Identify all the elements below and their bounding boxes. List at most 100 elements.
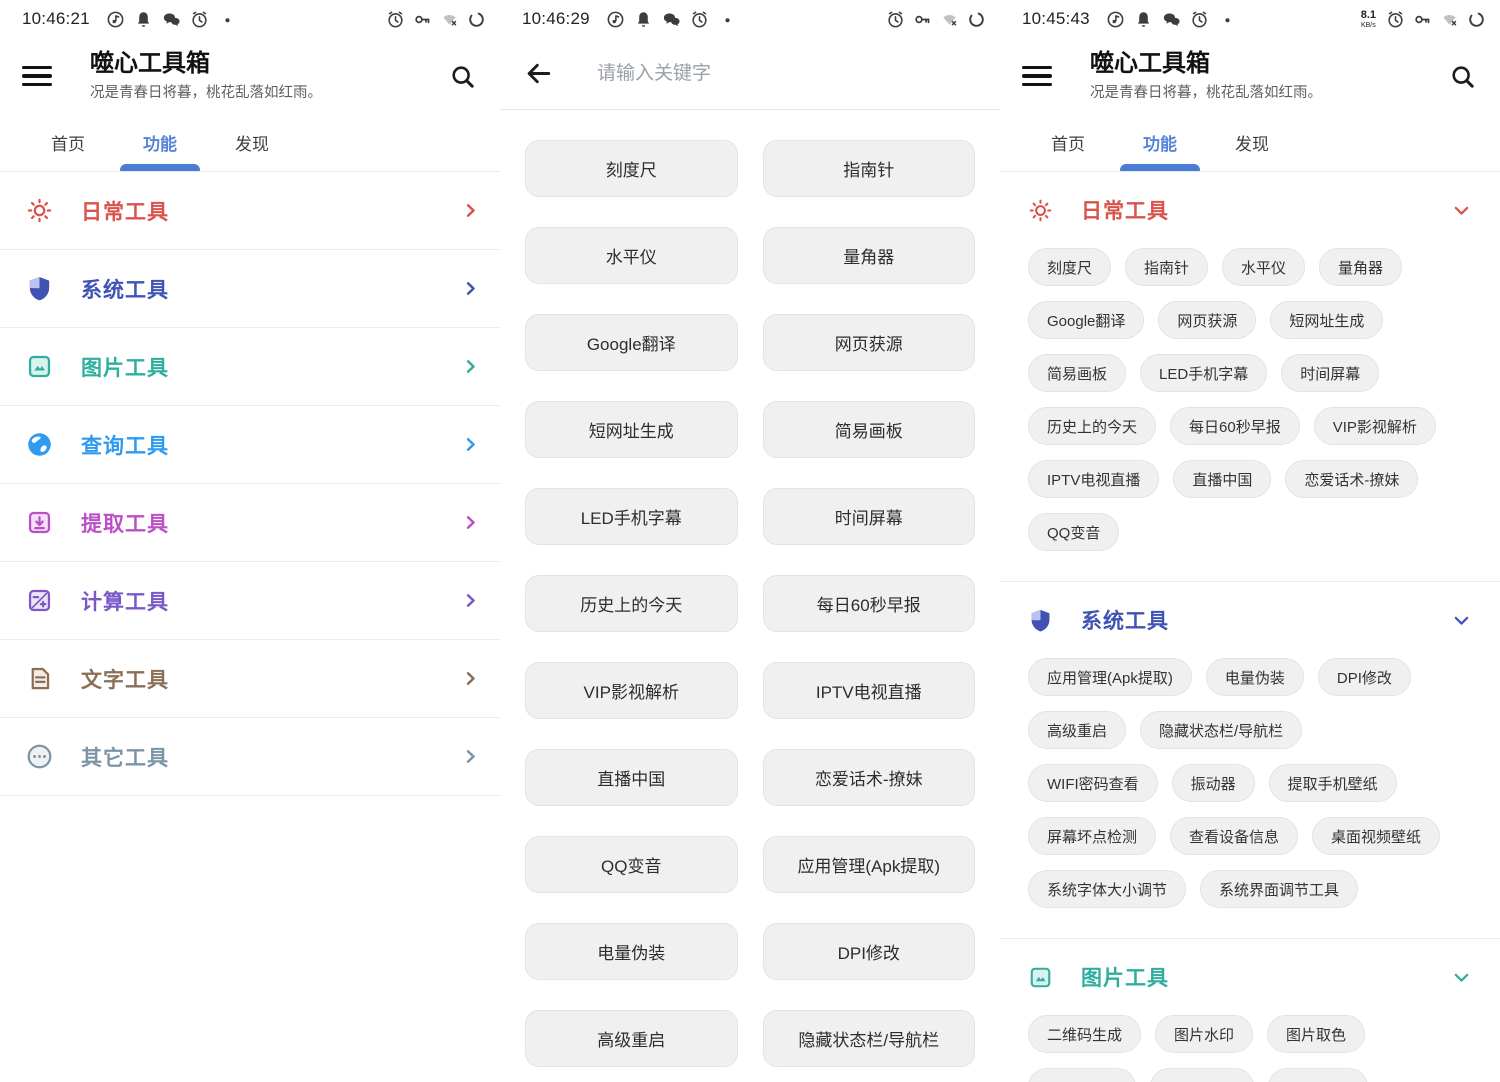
tool-button[interactable]: 时间屏幕 [763,488,976,545]
category-row-system[interactable]: 系统工具 [0,250,500,328]
globe-icon [26,431,53,458]
tool-chip[interactable]: 系统字体大小调节 [1028,870,1186,908]
chip-row: 屏幕坏点检测查看设备信息桌面视频壁纸 [1028,817,1472,855]
tool-chip[interactable]: 桌面视频壁纸 [1312,817,1440,855]
tool-chip[interactable]: 隐藏状态栏/导航栏 [1140,711,1302,749]
tool-chip[interactable]: Google翻译 [1028,301,1144,339]
tool-chip[interactable]: 短网址生成 [1270,301,1383,339]
chip-row: 系统字体大小调节系统界面调节工具 [1028,870,1472,908]
tab-discover[interactable]: 发现 [230,114,274,171]
tool-chip[interactable]: 刻度尺 [1028,248,1111,286]
tool-chip[interactable]: 系统界面调节工具 [1200,870,1358,908]
tool-button[interactable]: 量角器 [763,227,976,284]
category-row-query[interactable]: 查询工具 [0,406,500,484]
status-time: 10:46:21 [22,9,90,29]
tool-button[interactable]: 历史上的今天 [525,575,738,632]
tool-chip[interactable]: 指南针 [1125,248,1208,286]
tool-chip[interactable]: DPI修改 [1318,658,1411,696]
tool-chip[interactable]: IPTV电视直播 [1028,460,1159,498]
tab-home[interactable]: 首页 [46,114,90,171]
screen-functions-expanded: 10:45:43 8.1 KB/s 噬心工具箱 况是青春日将暮，桃花乱落如红雨。… [1000,0,1500,1082]
key-icon [413,10,432,29]
document-icon [26,665,53,692]
chip-row: 历史上的今天每日60秒早报 VIP影视解析 [1028,407,1472,445]
tab-discover[interactable]: 发现 [1230,114,1274,171]
tool-button[interactable]: 电量伪装 [525,923,738,980]
category-label: 系统工具 [81,274,169,304]
tool-chip[interactable]: 二维码生成 [1028,1015,1141,1053]
tool-chip-partial[interactable] [1268,1068,1368,1082]
section-header-daily[interactable]: 日常工具 [1028,188,1472,232]
search-header [500,38,1000,110]
category-row-daily[interactable]: 日常工具 [0,172,500,250]
tool-button[interactable]: 刻度尺 [525,140,738,197]
back-icon[interactable] [524,59,553,88]
tool-button[interactable]: 简易画板 [763,401,976,458]
tool-chip[interactable]: 历史上的今天 [1028,407,1156,445]
tool-button[interactable]: 短网址生成 [525,401,738,458]
tool-chip[interactable]: 每日60秒早报 [1170,407,1300,445]
tool-chip[interactable]: VIP影视解析 [1314,407,1436,445]
tool-chip-partial[interactable] [1150,1068,1254,1082]
tool-button[interactable]: QQ变音 [525,836,738,893]
category-row-calc[interactable]: 计算工具 [0,562,500,640]
tool-chip[interactable]: 恋爱话术-撩妹 [1285,460,1418,498]
chevron-down-icon [1451,200,1472,221]
chevron-right-icon [461,669,480,688]
category-row-image[interactable]: 图片工具 [0,328,500,406]
tool-chip[interactable]: 时间屏幕 [1281,354,1379,392]
tab-functions[interactable]: 功能 [1138,114,1182,171]
menu-icon[interactable] [22,66,52,86]
tool-chip[interactable]: 高级重启 [1028,711,1126,749]
tool-button[interactable]: 网页获源 [763,314,976,371]
tab-functions[interactable]: 功能 [138,114,182,171]
tool-button[interactable]: 高级重启 [525,1010,738,1067]
tab-home[interactable]: 首页 [1046,114,1090,171]
tool-button[interactable]: 指南针 [763,140,976,197]
tool-chip[interactable]: QQ变音 [1028,513,1119,551]
tool-button[interactable]: DPI修改 [763,923,976,980]
loader-icon [967,10,986,29]
tool-button[interactable]: LED手机字幕 [525,488,738,545]
tool-button[interactable]: 每日60秒早报 [763,575,976,632]
tool-button[interactable]: IPTV电视直播 [763,662,976,719]
tool-chip[interactable]: 应用管理(Apk提取) [1028,658,1192,696]
tool-chip[interactable]: LED手机字幕 [1140,354,1267,392]
section-header-image[interactable]: 图片工具 [1028,955,1472,999]
status-bar: 10:46:21 [0,0,500,38]
search-icon[interactable] [1449,63,1476,90]
alarm-icon [190,10,209,29]
music-icon [1106,10,1125,29]
tool-button[interactable]: Google翻译 [525,314,738,371]
tool-chip[interactable]: 图片水印 [1155,1015,1253,1053]
section-header-system[interactable]: 系统工具 [1028,598,1472,642]
tool-chip-partial[interactable] [1028,1068,1136,1082]
category-row-other[interactable]: 其它工具 [0,718,500,796]
tool-chip[interactable]: 简易画板 [1028,354,1126,392]
tool-button[interactable]: 直播中国 [525,749,738,806]
shield-icon [1028,608,1053,633]
tool-button[interactable]: 应用管理(Apk提取) [763,836,976,893]
tool-chip[interactable]: 水平仪 [1222,248,1305,286]
tool-button[interactable]: VIP影视解析 [525,662,738,719]
search-input[interactable] [597,63,897,85]
tool-button[interactable]: 隐藏状态栏/导航栏 [763,1010,976,1067]
tool-chip[interactable]: WIFI密码查看 [1028,764,1158,802]
tool-chip[interactable]: 网页获源 [1158,301,1256,339]
tool-chip[interactable]: 提取手机壁纸 [1269,764,1397,802]
tool-button[interactable]: 恋爱话术-撩妹 [763,749,976,806]
tool-chip[interactable]: 振动器 [1172,764,1255,802]
tool-chip[interactable]: 查看设备信息 [1170,817,1298,855]
tool-chip[interactable]: 量角器 [1319,248,1402,286]
tool-chip[interactable]: 屏幕坏点检测 [1028,817,1156,855]
menu-icon[interactable] [1022,66,1052,86]
tool-chip[interactable]: 电量伪装 [1206,658,1304,696]
tool-chip[interactable]: 图片取色 [1267,1015,1365,1053]
network-speed: 8.1 KB/s [1361,10,1376,29]
tool-chip[interactable]: 直播中国 [1173,460,1271,498]
tool-button[interactable]: 水平仪 [525,227,738,284]
category-row-extract[interactable]: 提取工具 [0,484,500,562]
category-row-text[interactable]: 文字工具 [0,640,500,718]
page-subtitle: 况是青春日将暮，桃花乱落如红雨。 [1090,81,1322,102]
search-icon[interactable] [449,63,476,90]
